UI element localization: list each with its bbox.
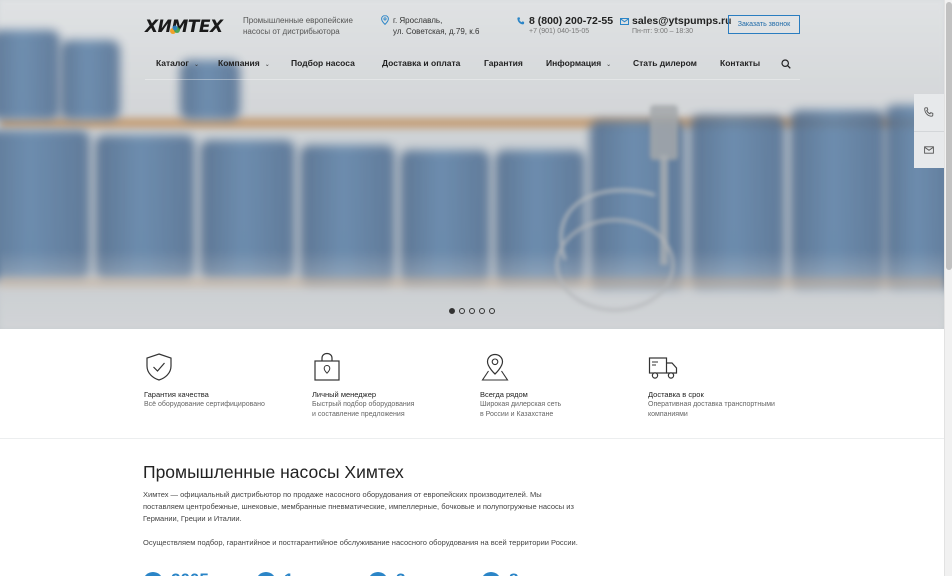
phone-main[interactable]: 8 (800) 200-72-55 xyxy=(529,15,613,27)
feature-description: Широкая дилерская сеть в России и Казахс… xyxy=(480,401,562,418)
stat-value: 8 xyxy=(509,570,518,576)
stat-circle-icon xyxy=(256,572,276,576)
nav-item-pump-selection[interactable]: Подбор насоса xyxy=(291,55,355,72)
location-pin-icon xyxy=(381,15,389,25)
section-divider xyxy=(0,438,944,439)
address-line-2: ул. Советская, д.79, к.6 xyxy=(393,27,480,36)
nav-item-label: Гарантия xyxy=(484,58,523,68)
nav-underline xyxy=(145,79,800,80)
shield-check-icon xyxy=(146,353,172,381)
slider-dot-1[interactable] xyxy=(449,308,455,314)
nav-item-delivery[interactable]: Доставка и оплата xyxy=(382,55,460,72)
phone-block[interactable]: 8 (800) 200-72-55 +7 (901) 040-15-05 xyxy=(517,15,613,35)
stat-value: 3 xyxy=(396,570,405,576)
slider-dot-5[interactable] xyxy=(489,308,495,314)
feature-title: Гарантия качества xyxy=(144,390,209,399)
feature-quality: Гарантия качества Всё оборудование серти… xyxy=(144,352,294,410)
feature-always-near: Всегда рядом Широкая дилерская сеть в Ро… xyxy=(480,352,630,420)
scrollbar-thumb[interactable] xyxy=(946,2,952,270)
stat-circle-icon xyxy=(481,572,501,576)
feature-title: Всегда рядом xyxy=(480,390,528,399)
working-hours: Пн-пт: 9:00 – 18:30 xyxy=(632,28,694,35)
nav-item-warranty[interactable]: Гарантия xyxy=(484,55,523,72)
nav-item-information[interactable]: Информация ⌄ xyxy=(546,55,611,74)
site-tagline: Промышленные европейские насосы от дистр… xyxy=(243,16,353,36)
slider-dot-4[interactable] xyxy=(479,308,485,314)
about-paragraph-1: Химтех — официальный дистрибьютор по про… xyxy=(143,490,574,523)
slider-dot-3[interactable] xyxy=(469,308,475,314)
map-pin-icon xyxy=(481,353,509,381)
phone-secondary[interactable]: +7 (901) 040-15-05 xyxy=(529,28,613,35)
side-phone-button[interactable] xyxy=(914,94,944,131)
phone-icon xyxy=(924,107,934,117)
nav-item-become-dealer[interactable]: Стать дилером xyxy=(633,55,697,72)
hero-overlay xyxy=(0,0,944,329)
address-block: г. Ярославль, ул. Советская, д.79, к.6 xyxy=(381,15,479,37)
nav-item-label: Подбор насоса xyxy=(291,58,355,68)
stat-circle-icon xyxy=(143,572,163,576)
feature-manager: Личный менеджер Быстрый подбор оборудова… xyxy=(312,352,462,420)
logo-text: ХИМТЕХ xyxy=(145,17,223,37)
email-address[interactable]: sales@ytspumps.ru xyxy=(632,15,732,27)
stat-circle-icon xyxy=(368,572,388,576)
chevron-down-icon: ⌄ xyxy=(193,62,199,68)
slider-dot-2[interactable] xyxy=(459,308,465,314)
hero-slider xyxy=(0,0,944,329)
nav-item-label: Доставка и оплата xyxy=(382,58,461,68)
phone-icon xyxy=(517,17,525,25)
feature-title: Личный менеджер xyxy=(312,390,377,399)
side-mail-button[interactable] xyxy=(914,132,944,169)
site-logo[interactable]: ХИМТЕХ xyxy=(145,17,223,37)
main-navigation: Каталог ⌄ Компания ⌄ Подбор насоса Доставк… xyxy=(145,55,800,80)
feature-description: Оперативная доставка транспортными компа… xyxy=(648,401,775,418)
feature-description: Всё оборудование сертифицировано xyxy=(144,401,265,408)
page-scrollbar[interactable] xyxy=(944,0,952,576)
chevron-down-icon: ⌄ xyxy=(264,62,270,68)
nav-item-catalog[interactable]: Каталог ⌄ xyxy=(156,55,199,74)
nav-item-label: Информация xyxy=(546,58,602,68)
mail-icon xyxy=(620,18,629,25)
search-icon[interactable] xyxy=(781,59,791,69)
nav-item-contacts[interactable]: Контакты xyxy=(720,55,760,72)
feature-title: Доставка в срок xyxy=(648,390,704,399)
nav-item-label: Каталог xyxy=(156,58,189,68)
mail-icon xyxy=(924,146,934,154)
stat-value: 1 xyxy=(284,570,293,576)
side-contact-widget xyxy=(914,94,944,168)
address-line-1: г. Ярославль, xyxy=(393,16,443,25)
slider-pagination xyxy=(448,307,498,315)
feature-description: Быстрый подбор оборудования и составлени… xyxy=(312,401,415,418)
nav-item-label: Компания xyxy=(218,58,260,68)
about-title: Промышленные насосы Химтех xyxy=(143,462,404,482)
feature-delivery: Доставка в срок Оперативная доставка тра… xyxy=(648,352,798,420)
nav-item-company[interactable]: Компания ⌄ xyxy=(218,55,270,74)
about-paragraph-2: Осуществляем подбор, гарантийное и постг… xyxy=(143,538,578,547)
logo-flame-icon xyxy=(170,25,180,34)
shopping-bag-icon xyxy=(314,352,340,381)
nav-item-label: Стать дилером xyxy=(633,58,697,68)
callback-button[interactable]: Заказать звонок xyxy=(728,15,800,34)
nav-item-label: Контакты xyxy=(720,58,761,68)
stat-value: 2005 xyxy=(171,570,209,576)
email-block[interactable]: sales@ytspumps.ru Пн-пт: 9:00 – 18:30 xyxy=(620,15,732,35)
chevron-down-icon: ⌄ xyxy=(606,62,612,68)
truck-icon xyxy=(648,357,678,379)
